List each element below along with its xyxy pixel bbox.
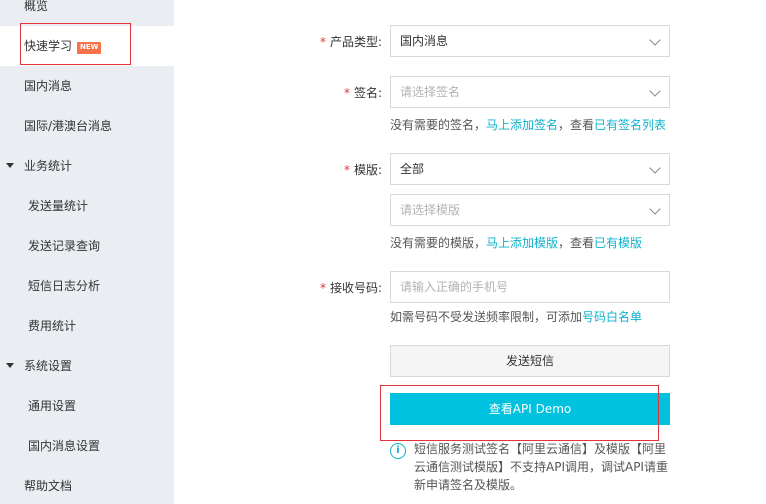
template-label: * 模版:	[344, 161, 382, 178]
signature-list-link[interactable]: 已有签名列表	[594, 118, 666, 132]
template-placeholder: 请选择模版	[400, 203, 461, 217]
sidebar-item-label: 国内消息设置	[28, 439, 101, 453]
signature-select[interactable]: 请选择签名	[390, 76, 670, 108]
template-hint-mid: ，查看	[558, 236, 595, 250]
sidebar-item-sms-log-analysis[interactable]: 短信日志分析	[0, 266, 174, 306]
add-template-link[interactable]: 马上添加模版	[486, 236, 558, 250]
sidebar-item-label: 帮助文档	[24, 479, 73, 493]
info-icon: i	[390, 443, 406, 459]
template-type-value: 全部	[400, 162, 425, 176]
chevron-down-icon	[649, 162, 661, 174]
template-hint-text: 没有需要的模版，	[390, 236, 487, 250]
sidebar-item-label: 业务统计	[24, 159, 73, 173]
required-mark: *	[319, 35, 326, 49]
whitelist-link[interactable]: 号码白名单	[582, 310, 642, 324]
sidebar-item-help-docs[interactable]: 帮助文档	[0, 466, 174, 504]
add-signature-link[interactable]: 马上添加签名	[486, 118, 558, 132]
sidebar-item-label: 概览	[24, 0, 49, 13]
sidebar-item-label: 国内消息	[24, 79, 73, 93]
caret-down-icon	[6, 163, 14, 168]
sidebar-item-label: 快速学习	[24, 39, 73, 53]
template-type-select[interactable]: 全部	[390, 153, 670, 185]
sidebar-item-domestic-messages[interactable]: 国内消息	[0, 66, 174, 106]
template-hint: 没有需要的模版，马上添加模版，查看已有模版	[390, 234, 642, 251]
sidebar-item-cost-stats[interactable]: 费用统计	[0, 306, 174, 346]
chevron-down-icon	[649, 85, 661, 97]
phone-label: * 接收号码:	[320, 279, 382, 296]
product-type-label: * 产品类型:	[320, 33, 382, 50]
phone-label-text: 接收号码:	[329, 281, 382, 295]
api-note-text: 短信服务测试签名【阿里云通信】及模版【阿里云通信测试模版】不支持API调用，调试…	[414, 442, 668, 492]
sidebar-item-quick-learn[interactable]: 快速学习 NEW	[0, 26, 174, 66]
new-badge: NEW	[77, 42, 102, 54]
sidebar-item-send-records[interactable]: 发送记录查询	[0, 226, 174, 266]
chevron-down-icon	[649, 34, 661, 46]
product-type-select[interactable]: 国内消息	[390, 25, 670, 57]
template-select[interactable]: 请选择模版	[390, 194, 670, 226]
sidebar-item-label: 费用统计	[28, 319, 77, 333]
sidebar-item-label: 系统设置	[24, 359, 73, 373]
template-list-link[interactable]: 已有模版	[594, 236, 642, 250]
product-type-label-text: 产品类型:	[329, 35, 382, 49]
required-mark: *	[343, 163, 350, 177]
sidebar-item-label: 国际/港澳台消息	[24, 119, 113, 133]
sidebar-group-system-settings[interactable]: 系统设置	[0, 346, 174, 386]
signature-label: * 签名:	[344, 84, 382, 101]
template-label-text: 模版:	[353, 163, 382, 177]
sidebar-group-business-stats[interactable]: 业务统计	[0, 146, 174, 186]
signature-hint-text: 没有需要的签名，	[390, 118, 487, 132]
signature-label-text: 签名:	[353, 86, 382, 100]
sidebar-item-send-volume-stats[interactable]: 发送量统计	[0, 186, 174, 226]
sidebar-item-international-messages[interactable]: 国际/港澳台消息	[0, 106, 174, 146]
sidebar-item-label: 发送记录查询	[28, 239, 101, 253]
sidebar-item-label: 短信日志分析	[28, 279, 101, 293]
required-mark: *	[343, 86, 350, 100]
sidebar-item-domestic-message-settings[interactable]: 国内消息设置	[0, 426, 174, 466]
caret-down-icon	[6, 363, 14, 368]
sidebar-item-label: 发送量统计	[28, 199, 89, 213]
product-type-value: 国内消息	[400, 34, 449, 48]
signature-hint: 没有需要的签名，马上添加签名，查看已有签名列表	[390, 116, 666, 133]
sidebar-item-general-settings[interactable]: 通用设置	[0, 386, 174, 426]
signature-hint-mid: ，查看	[558, 118, 595, 132]
required-mark: *	[319, 281, 326, 295]
send-sms-button[interactable]: 发送短信	[390, 345, 670, 377]
signature-placeholder: 请选择签名	[400, 85, 461, 99]
phone-input[interactable]: 请输入正确的手机号	[390, 271, 670, 303]
view-api-demo-button[interactable]: 查看API Demo	[390, 393, 670, 425]
sidebar-item-label: 通用设置	[28, 399, 77, 413]
sidebar-item-overview[interactable]: 概览	[0, 0, 174, 26]
chevron-down-icon	[649, 203, 661, 215]
phone-hint: 如需号码不受发送频率限制，可添加号码白名单	[390, 308, 642, 325]
phone-hint-text: 如需号码不受发送频率限制，可添加	[390, 310, 583, 324]
sidebar: 概览 快速学习 NEW 国内消息 国际/港澳台消息 业务统计 发送量统计 发送记录…	[0, 0, 174, 504]
phone-placeholder: 请输入正确的手机号	[400, 280, 509, 294]
